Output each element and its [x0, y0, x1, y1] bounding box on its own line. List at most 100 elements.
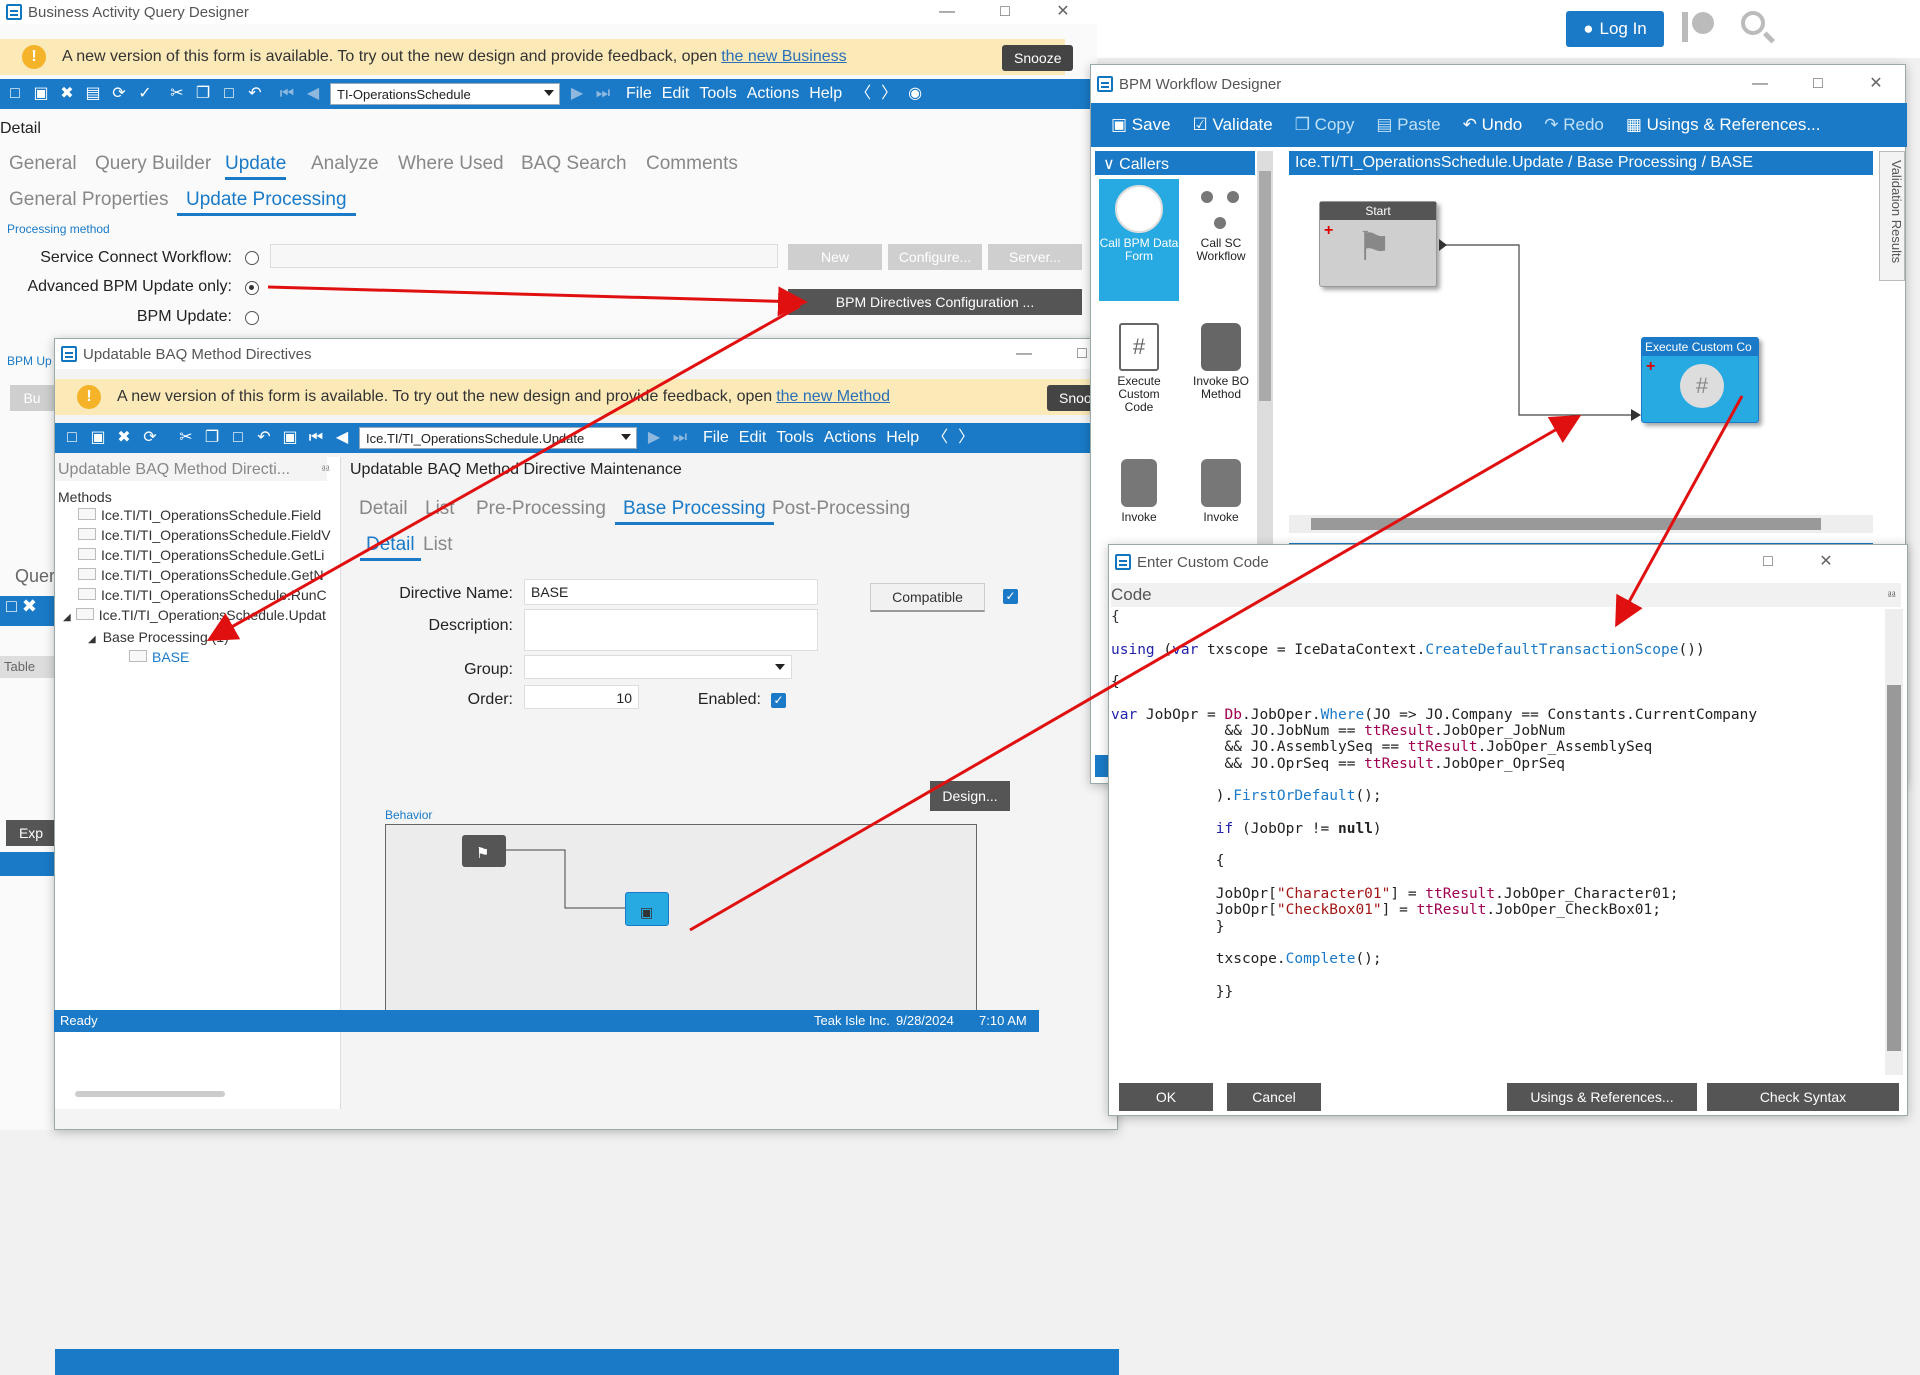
undo-button[interactable]: ↶ Undo: [1463, 115, 1523, 135]
validate-button[interactable]: ☑ Validate: [1193, 115, 1273, 135]
collapse-icon[interactable]: ◢: [88, 634, 96, 645]
method-item-field[interactable]: Ice.TI/TI_OperationsSchedule.Field: [78, 507, 321, 523]
method-item-fieldv[interactable]: Ice.TI/TI_OperationsSchedule.FieldV: [78, 527, 331, 543]
undo-icon[interactable]: ↶: [242, 84, 268, 104]
minimize-icon[interactable]: —: [1731, 72, 1789, 96]
paste-icon[interactable]: □: [225, 428, 251, 448]
menu-help[interactable]: Help: [809, 85, 842, 103]
baq-record-combo[interactable]: TI-OperationsSchedule: [330, 83, 560, 105]
close-icon[interactable]: ✕: [1847, 72, 1905, 96]
binoculars-icon[interactable]: ▣: [277, 428, 303, 448]
maximize-icon[interactable]: □: [1739, 550, 1797, 574]
pin-icon[interactable]: ⎂: [1887, 587, 1897, 602]
prev-record-icon[interactable]: ◀: [329, 428, 355, 448]
tab-list[interactable]: List: [425, 498, 455, 520]
code-editor[interactable]: { using (var txscope = IceDataContext.Cr…: [1111, 609, 1883, 1075]
last-record-icon[interactable]: ⏭: [667, 428, 693, 448]
clipboard-icon[interactable]: ▤: [80, 84, 106, 104]
back-icon[interactable]: 〈: [850, 84, 876, 104]
server-button[interactable]: Server...: [988, 244, 1082, 270]
menu-actions[interactable]: Actions: [747, 85, 799, 103]
prev-record-icon[interactable]: ◀: [300, 84, 326, 104]
base-node[interactable]: BASE: [129, 649, 189, 665]
close-icon[interactable]: ✕: [1797, 550, 1855, 574]
cancel-button[interactable]: Cancel: [1227, 1083, 1321, 1111]
home-icon[interactable]: ◉: [902, 84, 928, 104]
palette-call-sc-workflow[interactable]: Call SC Workflow: [1183, 185, 1259, 263]
menu-tools[interactable]: Tools: [776, 429, 813, 447]
workflow-canvas[interactable]: Start + ⚑ Execute Custom Co + #: [1289, 175, 1873, 533]
bu-button[interactable]: Bu: [10, 385, 54, 411]
compatible-checkbox[interactable]: ✓: [1003, 589, 1018, 604]
tab-update[interactable]: Update: [225, 153, 287, 180]
refresh-icon[interactable]: ⟳: [137, 428, 163, 448]
login-button[interactable]: ● Log In: [1566, 11, 1664, 47]
new-icon[interactable]: □: [59, 428, 85, 448]
menu-file[interactable]: File: [703, 429, 729, 447]
palette-invoke-1[interactable]: Invoke: [1103, 459, 1175, 524]
menu-file[interactable]: File: [626, 85, 652, 103]
description-field[interactable]: [524, 609, 818, 651]
undo-icon[interactable]: ↶: [251, 428, 277, 448]
save-button[interactable]: ▣ Save: [1111, 115, 1171, 135]
base-processing-node[interactable]: ◢ Base Processing (1): [88, 629, 229, 645]
canvas-h-scrollbar[interactable]: [1289, 515, 1873, 533]
check-syntax-button[interactable]: Check Syntax: [1707, 1083, 1899, 1111]
back-icon[interactable]: 〈: [927, 428, 953, 448]
exp-button[interactable]: Exp: [6, 820, 56, 846]
tab-base-processing[interactable]: Base Processing: [615, 498, 774, 525]
forward-icon[interactable]: 〉: [876, 84, 902, 104]
method-item-runc[interactable]: Ice.TI/TI_OperationsSchedule.RunC: [78, 587, 327, 603]
palette-invoke-bo-method[interactable]: Invoke BO Method: [1183, 323, 1259, 401]
subtab-detail[interactable]: Detail: [360, 534, 421, 561]
redo-button[interactable]: ↷ Redo: [1544, 115, 1604, 135]
tab-query-builder[interactable]: Query Builder: [95, 153, 211, 175]
cut-icon[interactable]: ✂: [173, 428, 199, 448]
tab-post-processing[interactable]: Post-Processing: [772, 498, 910, 520]
menu-edit[interactable]: Edit: [662, 85, 690, 103]
copy-icon[interactable]: ❐: [199, 428, 225, 448]
close-icon[interactable]: ✕: [1034, 0, 1092, 24]
method-item-getn[interactable]: Ice.TI/TI_OperationsSchedule.GetN: [78, 567, 324, 583]
service-connect-field[interactable]: [270, 244, 778, 268]
minimize-icon[interactable]: —: [995, 342, 1053, 366]
pin-icon[interactable]: ⎂: [321, 461, 331, 476]
menu-edit[interactable]: Edit: [739, 429, 767, 447]
tab-where-used[interactable]: Where Used: [398, 153, 504, 175]
copy-icon[interactable]: ❐: [190, 84, 216, 104]
behavior-canvas[interactable]: ⚑ ▣: [385, 824, 977, 1028]
patreon-icon[interactable]: [1682, 12, 1714, 42]
tab-general-properties[interactable]: General Properties: [9, 189, 168, 211]
validation-results-tab[interactable]: Validation Results: [1879, 151, 1905, 281]
usings-references-button[interactable]: Usings & References...: [1507, 1083, 1697, 1111]
menu-help[interactable]: Help: [886, 429, 919, 447]
menu-actions[interactable]: Actions: [824, 429, 876, 447]
directive-name-field[interactable]: BASE: [524, 579, 818, 605]
tab-comments[interactable]: Comments: [646, 153, 738, 175]
maximize-icon[interactable]: □: [976, 0, 1034, 24]
delete-icon[interactable]: ✖: [54, 84, 80, 104]
design-button[interactable]: Design...: [930, 781, 1010, 811]
paste-button[interactable]: ▤ Paste: [1376, 115, 1440, 135]
advanced-bpm-radio[interactable]: [245, 281, 259, 295]
last-record-icon[interactable]: ⏭: [590, 84, 616, 104]
usings-references-button[interactable]: ▦ Usings & References...: [1626, 115, 1821, 135]
subtab-list[interactable]: List: [423, 534, 453, 556]
new-business-link[interactable]: the new Business: [721, 48, 846, 66]
tree-scrollbar[interactable]: [75, 1091, 225, 1097]
check-icon[interactable]: ✓: [132, 84, 158, 104]
delete-icon[interactable]: ✖: [111, 428, 137, 448]
snooze-button[interactable]: Snooze: [1002, 45, 1074, 71]
directives-record-combo[interactable]: Ice.TI/TI_OperationsSchedule.Update: [359, 427, 637, 449]
tab-detail[interactable]: Detail: [359, 498, 408, 520]
tab-analyze[interactable]: Analyze: [311, 153, 379, 175]
search-icon[interactable]: [1741, 11, 1777, 47]
copy-button[interactable]: ❐ Copy: [1295, 115, 1355, 135]
bpm-update-radio[interactable]: [245, 311, 259, 325]
refresh-icon[interactable]: ⟳: [106, 84, 132, 104]
method-item-getli[interactable]: Ice.TI/TI_OperationsSchedule.GetLi: [78, 547, 324, 563]
save-icon[interactable]: ▣: [85, 428, 111, 448]
callers-header[interactable]: ∨ Callers: [1095, 151, 1255, 175]
tab-update-processing[interactable]: Update Processing: [177, 189, 356, 216]
paste-icon[interactable]: □: [216, 84, 242, 104]
